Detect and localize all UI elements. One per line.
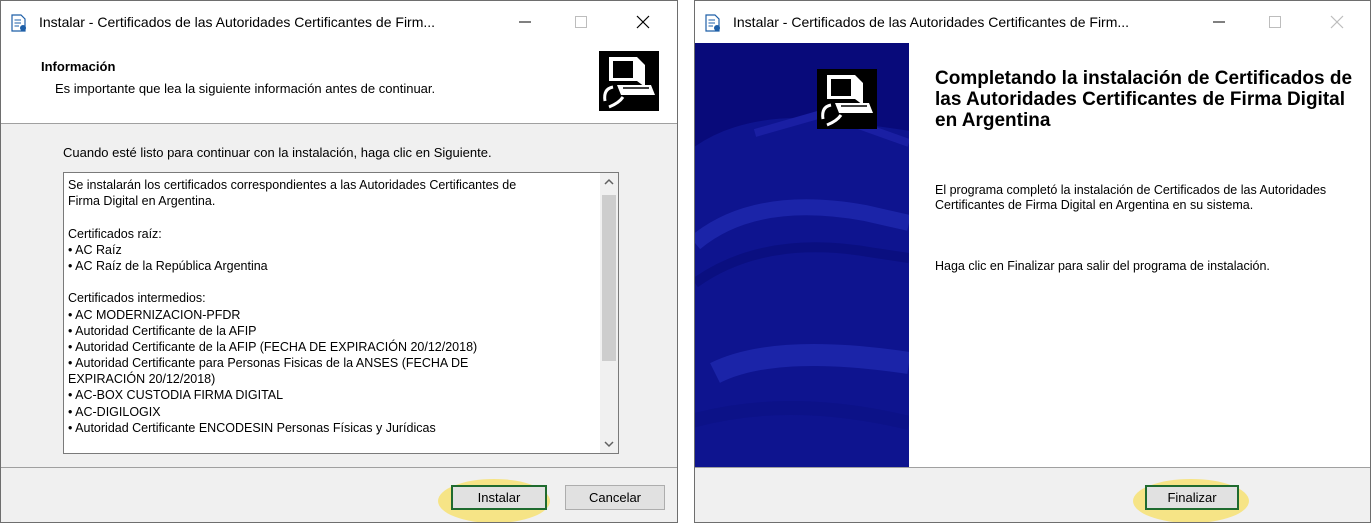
instruction-text: Cuando esté listo para continuar con la … xyxy=(63,145,492,160)
finish-heading: Completando la instalación de Certificad… xyxy=(935,68,1353,131)
memo-line: • AC-BOX CUSTODIA FIRMA DIGITAL xyxy=(68,388,284,403)
minimize-button[interactable] xyxy=(505,7,545,37)
cancel-button[interactable]: Cancelar xyxy=(565,485,665,510)
chevron-down-icon xyxy=(604,441,614,448)
memo-line xyxy=(68,209,596,225)
wizard-side-image xyxy=(695,43,909,467)
memo-line: • AC Raíz de la República Argentina xyxy=(68,258,268,273)
minimize-button[interactable] xyxy=(1199,7,1239,37)
memo-text: Se instalarán los certificados correspon… xyxy=(68,177,596,436)
memo-line: • AC-DIGILOGIX xyxy=(68,404,161,419)
wizard-header: Información Es importante que lea la sig… xyxy=(1,43,677,124)
window-title: Instalar - Certificados de las Autoridad… xyxy=(733,14,1130,30)
title-bar[interactable]: Instalar - Certificados de las Autoridad… xyxy=(695,1,1370,43)
memo-line: • AC Raíz xyxy=(68,242,122,257)
maximize-icon xyxy=(575,16,587,28)
footer-divider xyxy=(695,467,1370,468)
minimize-icon xyxy=(519,21,531,23)
installer-document-icon xyxy=(705,14,721,32)
memo-line: Firma Digital en Argentina. xyxy=(68,194,216,209)
installer-document-icon xyxy=(11,14,27,32)
information-memo[interactable]: Se instalarán los certificados correspon… xyxy=(63,172,619,454)
maximize-button[interactable] xyxy=(561,7,601,37)
window-title: Instalar - Certificados de las Autoridad… xyxy=(39,14,436,30)
close-icon xyxy=(1330,15,1344,29)
maximize-button[interactable] xyxy=(1255,7,1295,37)
close-icon xyxy=(636,15,650,29)
setup-window-information: Instalar - Certificados de las Autoridad… xyxy=(0,0,678,523)
memo-line: • Autoridad Certificante de la AFIP (FEC… xyxy=(68,339,478,354)
memo-line: • Autoridad Certificante para Personas F… xyxy=(68,356,469,371)
close-button xyxy=(1317,7,1357,37)
title-bar[interactable]: Instalar - Certificados de las Autoridad… xyxy=(1,1,677,43)
install-button[interactable]: Instalar xyxy=(451,485,547,510)
chevron-up-icon xyxy=(604,178,614,185)
setup-window-finished: Instalar - Certificados de las Autoridad… xyxy=(694,0,1371,523)
memo-line: Certificados intermedios: xyxy=(68,291,206,306)
memo-line: • Autoridad Certificante ENCODESIN Perso… xyxy=(68,420,436,435)
finish-instruction: Haga clic en Finalizar para salir del pr… xyxy=(935,259,1270,273)
finish-message: El programa completó la instalación de C… xyxy=(935,183,1327,212)
scroll-up-button[interactable] xyxy=(600,173,618,191)
page-title: Información xyxy=(41,59,116,74)
memo-line: • Autoridad Certificante de la AFIP xyxy=(68,323,257,338)
minimize-icon xyxy=(1213,21,1225,23)
computer-setup-icon xyxy=(817,69,877,129)
maximize-icon xyxy=(1269,16,1281,28)
memo-line: Se instalarán los certificados correspon… xyxy=(68,178,517,192)
memo-line: • AC MODERNIZACION-PFDR xyxy=(68,307,241,322)
memo-line: EXPIRACIÓN 20/12/2018) xyxy=(68,372,216,387)
finish-button[interactable]: Finalizar xyxy=(1145,485,1239,510)
scroll-thumb[interactable] xyxy=(602,195,616,361)
close-button[interactable] xyxy=(623,7,663,37)
footer-divider xyxy=(1,467,677,468)
computer-setup-icon xyxy=(599,51,659,111)
memo-line xyxy=(68,274,596,290)
page-subtitle: Es importante que lea la siguiente infor… xyxy=(55,81,436,96)
vertical-scrollbar[interactable] xyxy=(600,173,618,453)
scroll-down-button[interactable] xyxy=(600,435,618,453)
memo-line: Certificados raíz: xyxy=(68,226,162,241)
